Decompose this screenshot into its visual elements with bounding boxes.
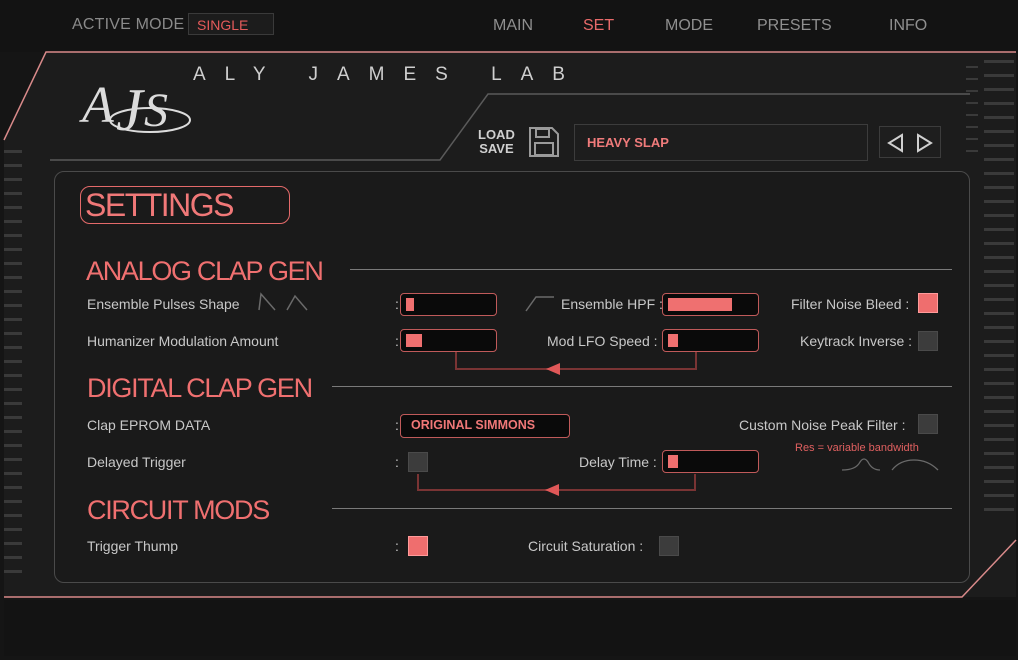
mod-lfo-speed-slider[interactable] — [662, 329, 759, 352]
res-note: Res = variable bandwidth — [795, 442, 919, 454]
hpf-curve-icon — [525, 296, 554, 312]
circuit-saturation-label: Circuit Saturation : — [528, 538, 644, 554]
colon: : — [395, 333, 399, 349]
clap-eprom-label: Clap EPROM DATA — [87, 417, 211, 433]
mod-lfo-speed-label: Mod LFO Speed : — [547, 333, 658, 349]
trigger-thump-checkbox[interactable] — [408, 536, 428, 556]
keytrack-inverse-label: Keytrack Inverse : — [800, 333, 913, 349]
svg-text:A: A — [79, 77, 114, 134]
slider-fill — [406, 298, 414, 311]
slider-fill — [668, 455, 678, 468]
section-title-analog: ANALOG CLAP GEN — [86, 256, 324, 286]
filter-curve-icon — [841, 458, 939, 471]
ajl-monogram-icon: A J S — [79, 77, 191, 143]
load-button[interactable]: LOAD — [478, 128, 515, 142]
delayed-trigger-checkbox[interactable] — [408, 452, 428, 472]
preset-name-field[interactable]: HEAVY SLAP — [574, 124, 868, 161]
colon: : — [395, 454, 399, 470]
triangle-right-icon[interactable] — [914, 133, 934, 153]
preset-nav — [879, 126, 941, 158]
right-vent — [984, 60, 1014, 530]
delayed-trigger-label: Delayed Trigger — [87, 454, 186, 470]
section-divider — [332, 508, 952, 509]
slider-fill — [668, 298, 732, 311]
section-title-digital: DIGITAL CLAP GEN — [87, 373, 313, 403]
custom-noise-peak-filter-label: Custom Noise Peak Filter : — [739, 417, 906, 433]
svg-text:S: S — [144, 84, 168, 137]
humanizer-mod-amount-slider[interactable] — [400, 329, 497, 352]
colon: : — [395, 538, 399, 554]
ensemble-pulses-shape-label: Ensemble Pulses Shape — [87, 296, 240, 312]
slider-fill — [406, 334, 422, 347]
custom-noise-peak-filter-checkbox[interactable] — [918, 414, 938, 434]
triangle-left-icon[interactable] — [886, 133, 906, 153]
trigger-thump-label: Trigger Thump — [87, 538, 179, 554]
clap-eprom-dropdown[interactable]: ORIGINAL SIMMONS — [400, 414, 570, 438]
delay-time-slider[interactable] — [662, 450, 759, 473]
brand-name: ALY JAMES LAB — [193, 64, 584, 85]
delay-time-label: Delay Time : — [579, 454, 657, 470]
pulse-shape-icon — [258, 292, 308, 311]
ensemble-hpf-slider[interactable] — [662, 293, 759, 316]
circuit-saturation-checkbox[interactable] — [659, 536, 679, 556]
small-vent — [966, 66, 978, 162]
delay-link-wire — [417, 474, 696, 496]
section-divider — [332, 386, 952, 387]
humanizer-mod-amount-label: Humanizer Modulation Amount — [87, 333, 279, 349]
page-title: SETTINGS — [80, 186, 290, 224]
colon: : — [395, 296, 399, 312]
ensemble-hpf-label: Ensemble HPF : — [561, 296, 663, 312]
load-save-labels: LOAD SAVE — [478, 128, 515, 156]
mod-link-wire — [455, 352, 697, 375]
section-divider — [350, 269, 952, 270]
save-button[interactable]: SAVE — [478, 142, 515, 156]
left-vent — [4, 150, 22, 590]
floppy-disk-icon[interactable] — [528, 126, 560, 158]
keytrack-inverse-checkbox[interactable] — [918, 331, 938, 351]
slider-fill — [668, 334, 678, 347]
ensemble-pulses-shape-slider[interactable] — [400, 293, 497, 316]
colon: : — [395, 417, 399, 433]
filter-noise-bleed-checkbox[interactable] — [918, 293, 938, 313]
section-title-circuit: CIRCUIT MODS — [87, 495, 270, 525]
filter-noise-bleed-label: Filter Noise Bleed : — [791, 296, 910, 312]
